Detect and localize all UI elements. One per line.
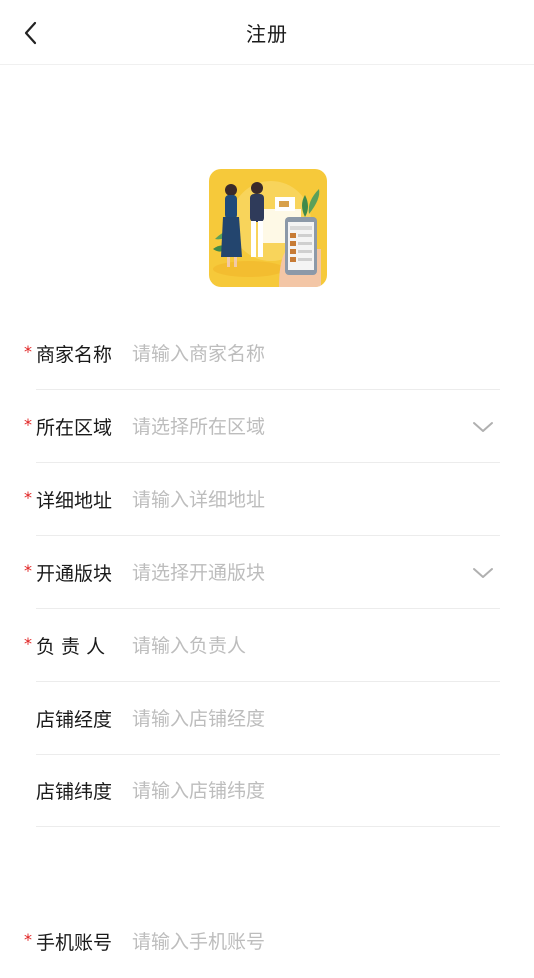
longitude-input[interactable]	[132, 703, 452, 735]
field-label: 店铺纬度	[36, 781, 113, 803]
field-label: 店铺经度	[36, 709, 113, 731]
app-logo	[209, 169, 327, 287]
field-region[interactable]: * 所在区域	[0, 391, 534, 463]
required-mark: *	[24, 342, 32, 361]
field-longitude: 店铺经度	[0, 683, 534, 755]
manager-input[interactable]	[132, 630, 452, 662]
chevron-down-icon[interactable]	[472, 565, 494, 581]
required-mark: *	[24, 930, 32, 949]
divider	[36, 389, 500, 390]
page-title: 注册	[246, 22, 288, 46]
field-label: 开通版块	[36, 563, 113, 585]
field-label: 手机账号	[36, 932, 113, 954]
field-label: 所在区域	[36, 417, 113, 439]
field-label: 详细地址	[36, 490, 113, 512]
divider	[36, 608, 500, 609]
field-phone: * 手机账号	[0, 906, 534, 978]
chevron-down-icon[interactable]	[472, 419, 494, 435]
latitude-input[interactable]	[132, 775, 452, 807]
field-section[interactable]: * 开通版块	[0, 537, 534, 609]
nav-bar: 注册	[0, 0, 534, 65]
address-input[interactable]	[132, 484, 452, 516]
required-mark: *	[24, 415, 32, 434]
field-merchant-name: * 商家名称	[0, 318, 534, 390]
region-select[interactable]	[132, 411, 452, 443]
field-manager: * 负 责 人	[0, 610, 534, 682]
required-mark: *	[24, 634, 32, 653]
required-mark: *	[24, 488, 32, 507]
divider	[36, 535, 500, 536]
divider	[36, 462, 500, 463]
divider	[36, 826, 500, 827]
field-label: 负 责 人	[36, 636, 106, 658]
field-address: * 详细地址	[0, 464, 534, 536]
phone-input[interactable]	[132, 926, 452, 958]
divider	[36, 681, 500, 682]
required-mark: *	[24, 561, 32, 580]
merchant-name-input[interactable]	[132, 338, 452, 370]
section-select[interactable]	[132, 557, 452, 589]
field-label: 商家名称	[36, 344, 113, 366]
field-latitude: 店铺纬度	[0, 755, 534, 827]
